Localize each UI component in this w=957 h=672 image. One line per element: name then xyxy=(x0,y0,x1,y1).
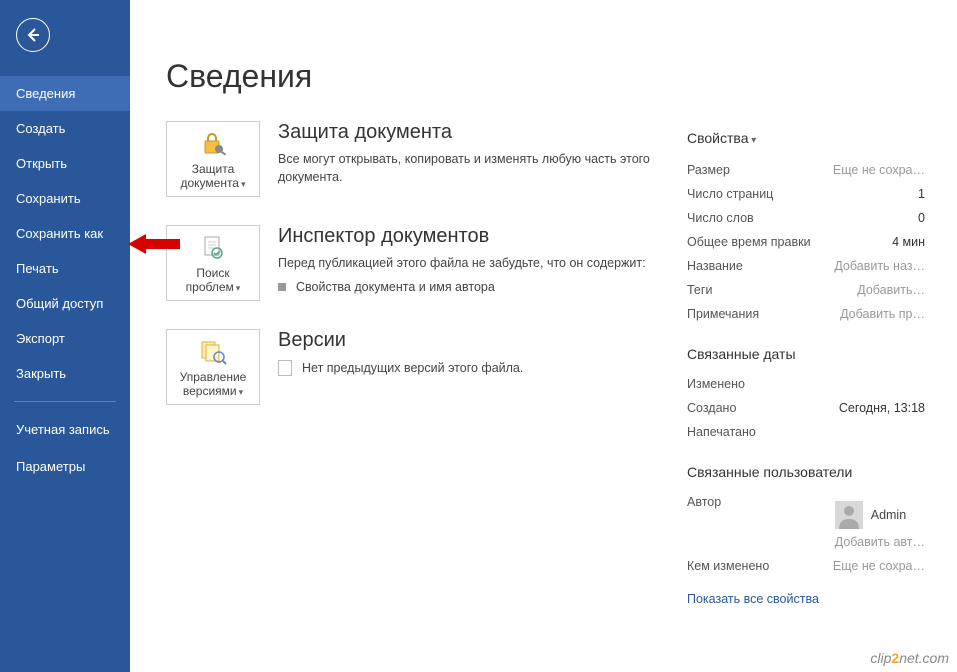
author-row: Автор Admin Добавить авт… xyxy=(687,490,925,554)
backstage-sidebar: Сведения Создать Открыть Сохранить Сохра… xyxy=(0,0,130,672)
inspect-bullet: Свойства документа и имя автора xyxy=(278,280,646,294)
manage-versions-button[interactable]: Управлениеверсиями▾ xyxy=(166,329,260,405)
watermark: clip2net.com xyxy=(870,650,949,666)
nav-export[interactable]: Экспорт xyxy=(0,321,130,356)
prop-size: РазмерЕще не сохра… xyxy=(687,158,925,182)
bullet-icon xyxy=(278,283,286,291)
inspect-title: Инспектор документов xyxy=(278,225,646,248)
date-modified: Изменено xyxy=(687,372,925,396)
nav-info[interactable]: Сведения xyxy=(0,76,130,111)
prop-tags: ТегиДобавить… xyxy=(687,278,925,302)
versions-icon xyxy=(199,338,227,366)
versions-tile-label: Управлениеверсиями▾ xyxy=(180,370,247,398)
author-name: Admin xyxy=(871,508,906,522)
prop-pages: Число страниц1 xyxy=(687,182,925,206)
add-title-link[interactable]: Добавить наз… xyxy=(834,259,925,273)
related-dates-title: Связанные даты xyxy=(687,346,925,362)
prop-words: Число слов0 xyxy=(687,206,925,230)
versions-empty-text: Нет предыдущих версий этого файла. xyxy=(302,361,523,375)
lock-icon xyxy=(199,130,227,158)
protect-title: Защита документа xyxy=(278,121,668,144)
add-tags-link[interactable]: Добавить… xyxy=(857,283,925,297)
nav-share[interactable]: Общий доступ xyxy=(0,286,130,321)
author-avatar-icon xyxy=(835,501,863,529)
nav-save[interactable]: Сохранить xyxy=(0,181,130,216)
nav-open[interactable]: Открыть xyxy=(0,146,130,181)
nav-close[interactable]: Закрыть xyxy=(0,356,130,391)
related-people-title: Связанные пользователи xyxy=(687,464,925,480)
author-label: Автор xyxy=(687,495,721,509)
protect-document-button[interactable]: Защита документа▾ xyxy=(166,121,260,197)
annotation-arrow-icon xyxy=(128,232,178,256)
nav-save-as[interactable]: Сохранить как xyxy=(0,216,130,251)
nav-print[interactable]: Печать xyxy=(0,251,130,286)
check-for-issues-button[interactable]: Поискпроблем▾ xyxy=(166,225,260,301)
date-created: СозданоСегодня, 13:18 xyxy=(687,396,925,420)
prop-title: НазваниеДобавить наз… xyxy=(687,254,925,278)
add-comments-link[interactable]: Добавить пр… xyxy=(840,307,925,321)
nav-separator xyxy=(14,401,116,402)
show-all-properties-link[interactable]: Показать все свойства xyxy=(687,592,819,606)
date-printed: Напечатано xyxy=(687,420,925,444)
protect-desc: Все могут открывать, копировать и изменя… xyxy=(278,150,668,186)
nav-new[interactable]: Создать xyxy=(0,111,130,146)
inspect-section: Инспектор документов Перед публикацией э… xyxy=(278,225,646,294)
inspect-desc: Перед публикацией этого файла не забудьт… xyxy=(278,254,646,272)
inspect-bullet-text: Свойства документа и имя автора xyxy=(296,280,495,294)
document-check-icon xyxy=(200,234,226,262)
properties-dropdown[interactable]: Свойства xyxy=(687,130,925,146)
versions-empty: Нет предыдущих версий этого файла. xyxy=(278,360,523,376)
back-button[interactable] xyxy=(16,18,50,52)
properties-panel: Свойства РазмерЕще не сохра… Число стран… xyxy=(687,130,925,606)
protect-tile-label: Защита документа▾ xyxy=(171,162,255,190)
changed-by-row: Кем измененоЕще не сохра… xyxy=(687,554,925,578)
versions-title: Версии xyxy=(278,329,523,352)
versions-section: Версии Нет предыдущих версий этого файла… xyxy=(278,329,523,376)
prop-edit-time: Общее время правки4 мин xyxy=(687,230,925,254)
page-title: Сведения xyxy=(166,58,957,95)
nav-account[interactable]: Учетная запись xyxy=(0,412,130,449)
prop-comments: ПримечанияДобавить пр… xyxy=(687,302,925,326)
nav-options[interactable]: Параметры xyxy=(0,449,130,484)
add-author-link[interactable]: Добавить авт… xyxy=(835,535,925,549)
protect-section: Защита документа Все могут открывать, ко… xyxy=(278,121,668,186)
inspect-tile-label: Поискпроблем▾ xyxy=(186,266,241,294)
document-icon xyxy=(278,360,292,376)
